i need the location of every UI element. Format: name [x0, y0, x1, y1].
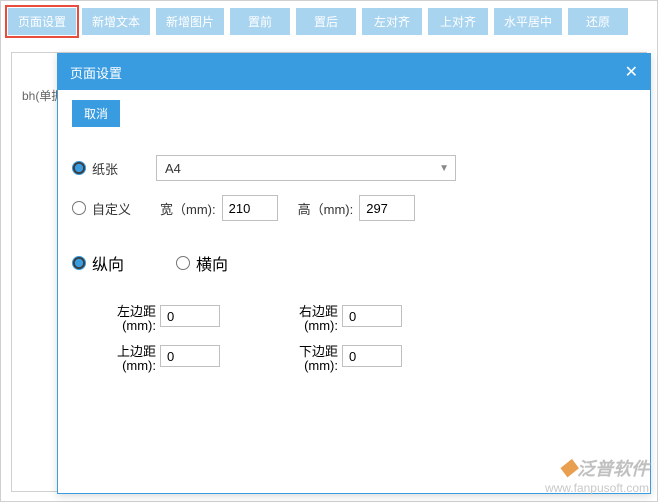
portrait-label: 纵向 — [92, 251, 124, 275]
align-top-button[interactable]: 上对齐 — [428, 8, 488, 35]
portrait-radio[interactable] — [72, 256, 86, 270]
toolbar: 页面设置 新增文本 新增图片 置前 置后 左对齐 上对齐 水平居中 还原 — [1, 1, 657, 42]
margin-bottom-label: 下边距(mm): — [290, 345, 338, 373]
margin-bottom-input[interactable] — [342, 345, 402, 367]
margin-right-input[interactable] — [342, 305, 402, 327]
custom-radio-label: 自定义 — [92, 199, 131, 218]
page-setup-modal: 页面设置 ✕ 取消 纸张 A4 自定义 宽（mm): — [57, 53, 651, 494]
close-icon[interactable]: ✕ — [625, 62, 638, 82]
bring-front-button[interactable]: 置前 — [230, 8, 290, 35]
margin-left-label: 左边距(mm): — [108, 305, 156, 333]
margin-top-input[interactable] — [160, 345, 220, 367]
add-image-button[interactable]: 新增图片 — [156, 8, 224, 35]
reset-button[interactable]: 还原 — [568, 8, 628, 35]
margin-right-label: 右边距(mm): — [290, 305, 338, 333]
landscape-label: 横向 — [196, 251, 228, 275]
landscape-radio[interactable] — [176, 256, 190, 270]
custom-radio-group[interactable]: 自定义 — [72, 199, 144, 218]
landscape-radio-group[interactable]: 横向 — [176, 251, 248, 275]
margin-top-label: 上边距(mm): — [108, 345, 156, 373]
portrait-radio-group[interactable]: 纵向 — [72, 251, 144, 275]
width-input[interactable] — [222, 195, 278, 221]
page-setup-button[interactable]: 页面设置 — [8, 8, 76, 35]
send-back-button[interactable]: 置后 — [296, 8, 356, 35]
paper-size-value: A4 — [165, 161, 181, 176]
paper-radio[interactable] — [72, 161, 86, 175]
center-horizontal-button[interactable]: 水平居中 — [494, 8, 562, 35]
modal-header: 页面设置 ✕ — [58, 54, 650, 90]
paper-radio-group[interactable]: 纸张 — [72, 159, 144, 178]
modal-title: 页面设置 — [70, 63, 122, 82]
height-label: 高（mm): — [298, 199, 354, 218]
add-text-button[interactable]: 新增文本 — [82, 8, 150, 35]
paper-radio-label: 纸张 — [92, 159, 118, 178]
align-left-button[interactable]: 左对齐 — [362, 8, 422, 35]
cancel-button[interactable]: 取消 — [72, 100, 120, 127]
custom-radio[interactable] — [72, 201, 86, 215]
height-input[interactable] — [359, 195, 415, 221]
modal-body: 取消 纸张 A4 自定义 宽（mm): 高（ — [58, 90, 650, 383]
margin-left-input[interactable] — [160, 305, 220, 327]
paper-size-select[interactable]: A4 — [156, 155, 456, 181]
width-label: 宽（mm): — [160, 199, 216, 218]
